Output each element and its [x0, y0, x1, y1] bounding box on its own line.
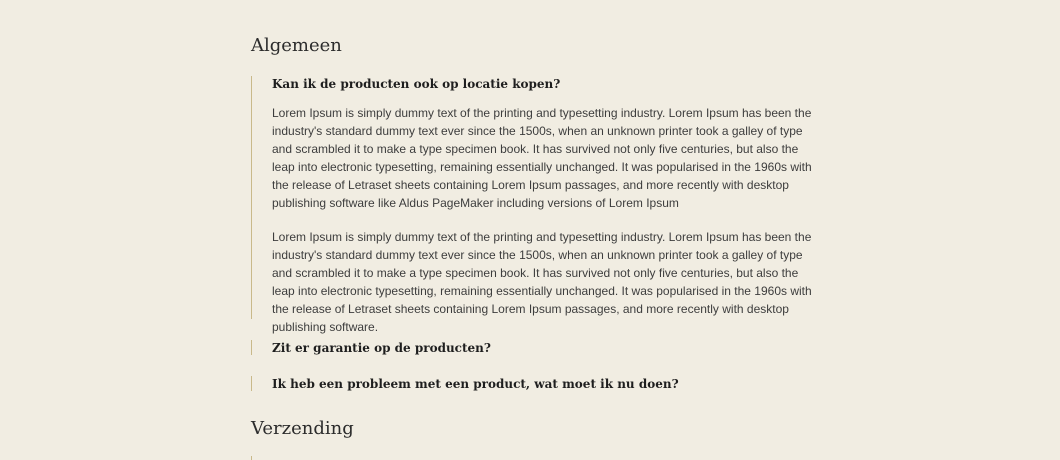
- faq-item-partial[interactable]: [251, 456, 812, 460]
- faq-answer-paragraph: Lorem Ipsum is simply dummy text of the …: [272, 106, 812, 210]
- section-title-algemeen: Algemeen: [251, 35, 342, 56]
- faq-answer-paragraph: Lorem Ipsum is simply dummy text of the …: [272, 230, 812, 334]
- faq-item-collapsed[interactable]: Ik heb een probleem met een product, wat…: [251, 376, 812, 391]
- faq-question[interactable]: Zit er garantie op de producten?: [272, 340, 812, 356]
- faq-answer: Lorem Ipsum is simply dummy text of the …: [252, 104, 812, 336]
- faq-question[interactable]: Kan ik de producten ook op locatie kopen…: [272, 76, 812, 92]
- faq-item-collapsed[interactable]: Zit er garantie op de producten?: [251, 340, 812, 355]
- faq-question[interactable]: Ik heb een probleem met een product, wat…: [272, 376, 812, 392]
- section-title-verzending: Verzending: [251, 418, 354, 439]
- faq-item-expanded: Kan ik de producten ook op locatie kopen…: [251, 76, 812, 334]
